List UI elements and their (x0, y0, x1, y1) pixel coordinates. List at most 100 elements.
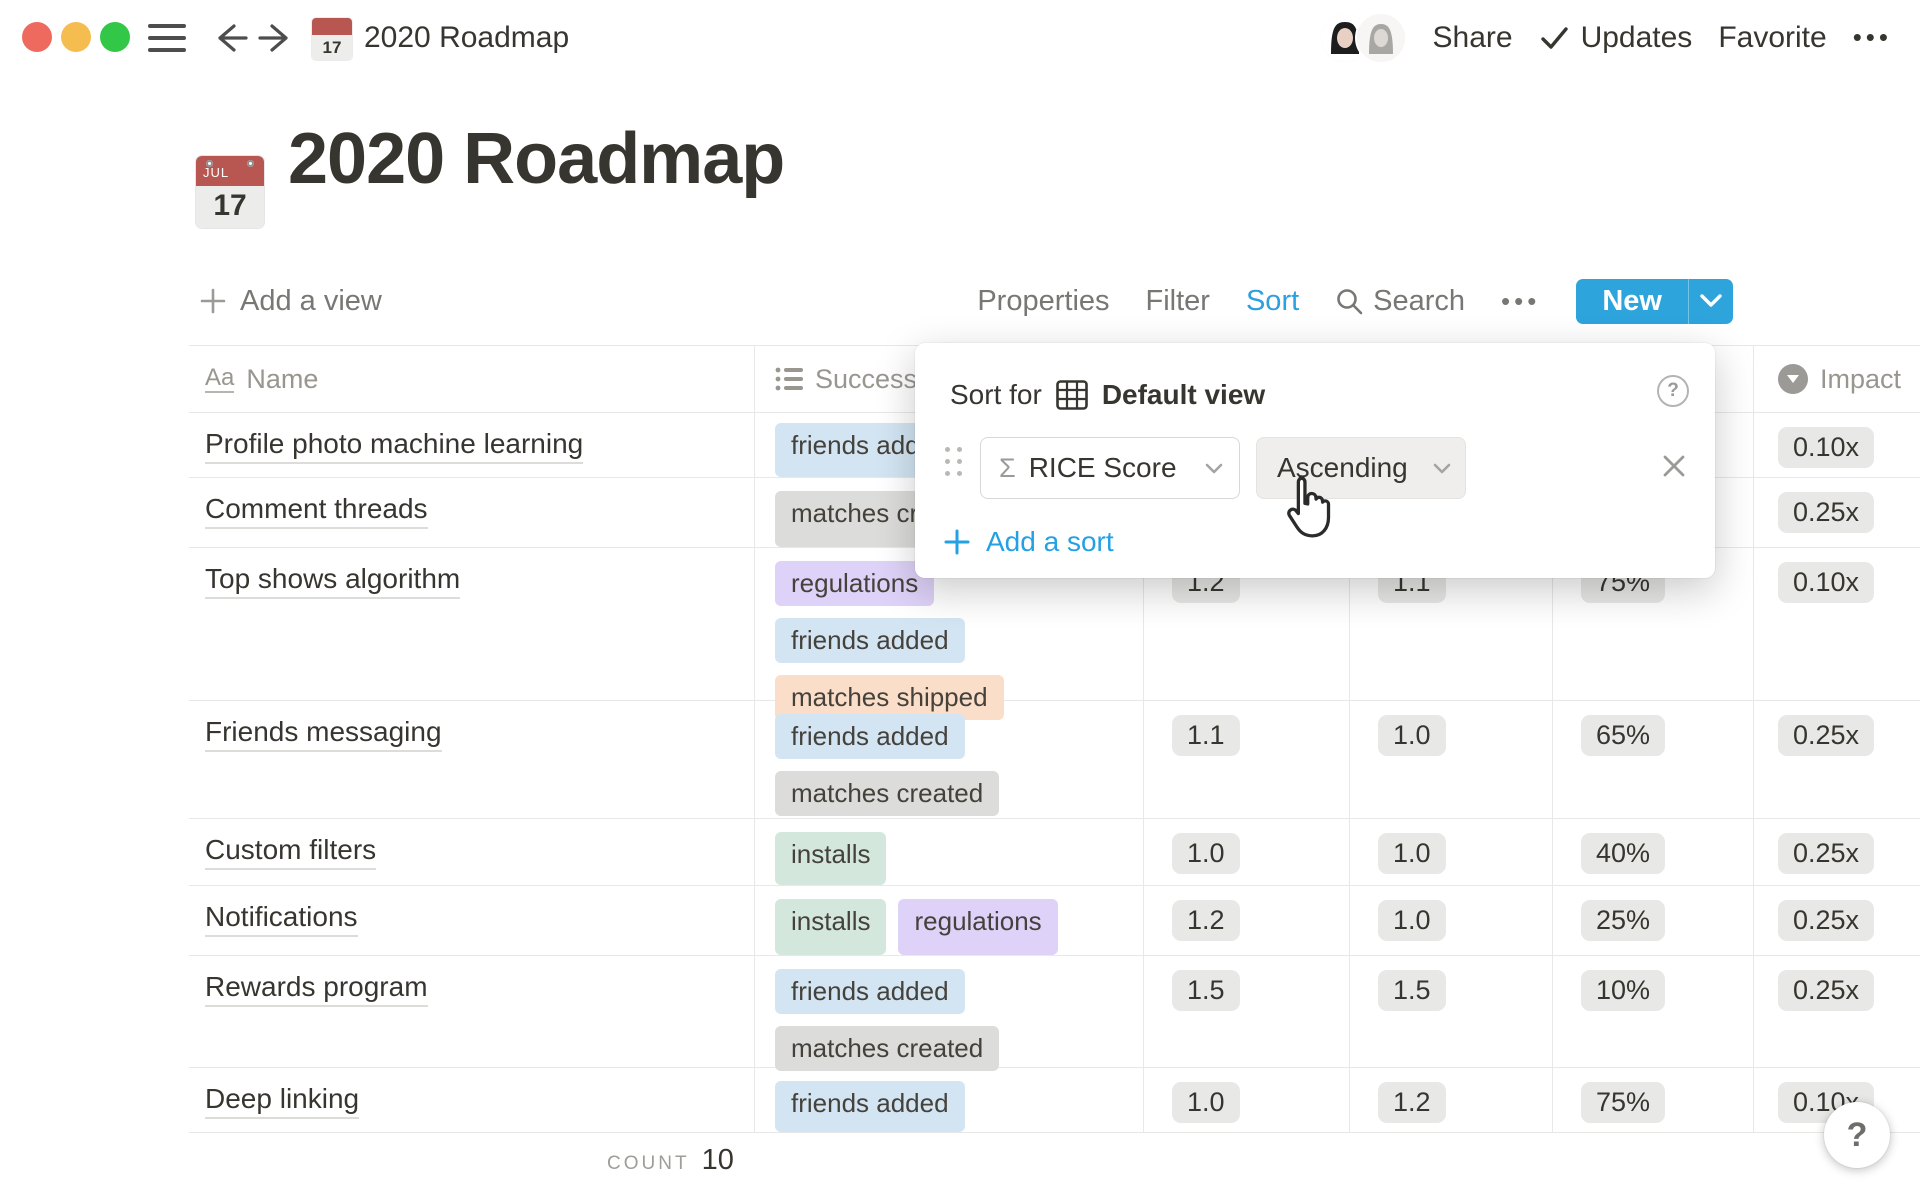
table-row-name[interactable]: Friends messaging (189, 701, 755, 819)
impact-cell[interactable]: 0.10x (1754, 413, 1920, 478)
success-tags-cell[interactable]: installs regulations (755, 886, 1144, 956)
search-icon (1335, 287, 1363, 315)
percent-cell[interactable]: 25% (1553, 886, 1754, 956)
plus-icon (943, 528, 971, 556)
column-header-name[interactable]: Aa Name (189, 346, 755, 413)
tag[interactable]: friends added (775, 618, 965, 663)
view-toolbar: Properties Filter Sort Search ••• New (977, 279, 1733, 323)
forward-arrow-icon[interactable] (258, 20, 294, 56)
page-title: 2020 Roadmap (288, 118, 784, 200)
tag[interactable]: regulations (775, 561, 934, 606)
success-tags-cell[interactable]: friends added matches created (755, 956, 1144, 1068)
tag[interactable]: installs (775, 832, 886, 885)
text-property-icon: Aa (205, 366, 234, 393)
table-row-name[interactable]: Top shows algorithm (189, 548, 755, 701)
table-row-name[interactable]: Deep linking (189, 1068, 755, 1133)
impact-cell[interactable]: 0.10x (1754, 548, 1920, 701)
impact-cell[interactable]: 0.25x (1754, 886, 1920, 956)
share-button[interactable]: Share (1433, 21, 1513, 55)
impact-cell[interactable]: 0.25x (1754, 478, 1920, 548)
back-arrow-icon[interactable] (212, 20, 248, 56)
numeric-cell[interactable]: 1.2 (1144, 886, 1350, 956)
percent-cell[interactable]: 10% (1553, 956, 1754, 1068)
remove-sort-button[interactable] (1657, 449, 1691, 483)
success-tags-cell[interactable]: friends added matches created (755, 701, 1144, 819)
view-more-button[interactable]: ••• (1501, 286, 1540, 317)
impact-cell[interactable]: 0.25x (1754, 701, 1920, 819)
sort-field-select[interactable]: Σ RICE Score (980, 437, 1240, 499)
table-row-name[interactable]: Custom filters (189, 819, 755, 886)
help-button[interactable]: ? (1824, 1102, 1890, 1168)
favorite-button[interactable]: Favorite (1718, 21, 1826, 55)
numeric-cell[interactable]: 1.2 (1350, 1068, 1553, 1133)
column-header-impact[interactable]: Impact (1754, 346, 1920, 413)
doc-calendar-icon: 17 (312, 18, 352, 60)
breadcrumb-doc-title[interactable]: 2020 Roadmap (364, 0, 569, 75)
chevron-down-icon (1205, 463, 1223, 474)
row-count: COUNT 10 (607, 1144, 734, 1177)
add-view-label: Add a view (240, 285, 382, 318)
popover-help-icon[interactable]: ? (1657, 375, 1689, 407)
new-button-label: New (1576, 279, 1688, 324)
percent-cell[interactable]: 75% (1553, 1068, 1754, 1133)
formula-sigma-icon: Σ (999, 453, 1016, 484)
numeric-cell[interactable]: 1.0 (1144, 1068, 1350, 1133)
plus-icon (200, 288, 226, 314)
numeric-cell[interactable]: 1.0 (1144, 819, 1350, 886)
count-label: COUNT (607, 1153, 690, 1175)
numeric-cell[interactable]: 1.0 (1350, 819, 1553, 886)
topbar-actions: Share Updates Favorite ••• (1319, 0, 1893, 75)
new-button[interactable]: New (1576, 279, 1733, 324)
tag[interactable]: matches created (775, 771, 999, 816)
table-view-icon (1056, 380, 1088, 410)
updates-label: Updates (1581, 21, 1693, 55)
more-options-button[interactable]: ••• (1853, 22, 1892, 53)
percent-cell[interactable]: 40% (1553, 819, 1754, 886)
table-row-name[interactable]: Rewards program (189, 956, 755, 1068)
chevron-down-icon (1433, 463, 1451, 474)
numeric-cell[interactable]: 1.1 (1144, 701, 1350, 819)
impact-cell[interactable]: 0.25x (1754, 819, 1920, 886)
table-row-name[interactable]: Comment threads (189, 478, 755, 548)
filter-button[interactable]: Filter (1146, 285, 1210, 318)
select-property-icon (1778, 364, 1808, 394)
add-sort-label: Add a sort (986, 526, 1114, 558)
add-view-button[interactable]: Add a view (200, 279, 382, 323)
window-close-button[interactable] (22, 22, 52, 52)
tag[interactable]: installs (775, 899, 886, 955)
new-dropdown-button[interactable] (1689, 279, 1733, 324)
collaborator-avatars[interactable] (1319, 12, 1407, 64)
hand-cursor-icon (1278, 472, 1340, 548)
add-sort-button[interactable]: Add a sort (943, 526, 1114, 558)
tag[interactable]: matches created (775, 1026, 999, 1071)
success-tags-cell[interactable]: installs (755, 819, 1144, 886)
tag[interactable]: friends added (775, 969, 965, 1014)
updates-button[interactable]: Updates (1539, 21, 1693, 55)
tag[interactable]: regulations (898, 899, 1057, 955)
numeric-cell[interactable]: 1.5 (1144, 956, 1350, 1068)
table-row-name[interactable]: Profile photo machine learning (189, 413, 755, 478)
search-label: Search (1373, 285, 1465, 318)
search-button[interactable]: Search (1335, 285, 1465, 318)
page-calendar-icon[interactable]: JUL 17 (196, 156, 264, 228)
table-row-name[interactable]: Notifications (189, 886, 755, 956)
numeric-cell[interactable]: 1.0 (1350, 886, 1553, 956)
window-zoom-button[interactable] (100, 22, 130, 52)
avatar (1355, 12, 1407, 64)
percent-cell[interactable]: 65% (1553, 701, 1754, 819)
success-tags-cell[interactable]: friends added (755, 1068, 1144, 1133)
numeric-cell[interactable]: 1.5 (1350, 956, 1553, 1068)
sort-button[interactable]: Sort (1246, 285, 1299, 318)
tag[interactable]: friends added (775, 714, 965, 759)
window-minimize-button[interactable] (61, 22, 91, 52)
drag-handle-icon[interactable] (945, 447, 962, 476)
numeric-cell[interactable]: 1.0 (1350, 701, 1553, 819)
properties-button[interactable]: Properties (977, 285, 1109, 318)
tag[interactable]: friends added (775, 1081, 965, 1132)
multi-select-icon (775, 366, 803, 392)
impact-cell[interactable]: 0.25x (1754, 956, 1920, 1068)
app-window: 17 2020 Roadmap Share Updates Favorite •… (0, 0, 1920, 1200)
sidebar-menu-icon[interactable] (148, 24, 186, 52)
sort-popover-title: Sort for Default view (950, 379, 1265, 411)
sort-for-label: Sort for (950, 379, 1042, 411)
